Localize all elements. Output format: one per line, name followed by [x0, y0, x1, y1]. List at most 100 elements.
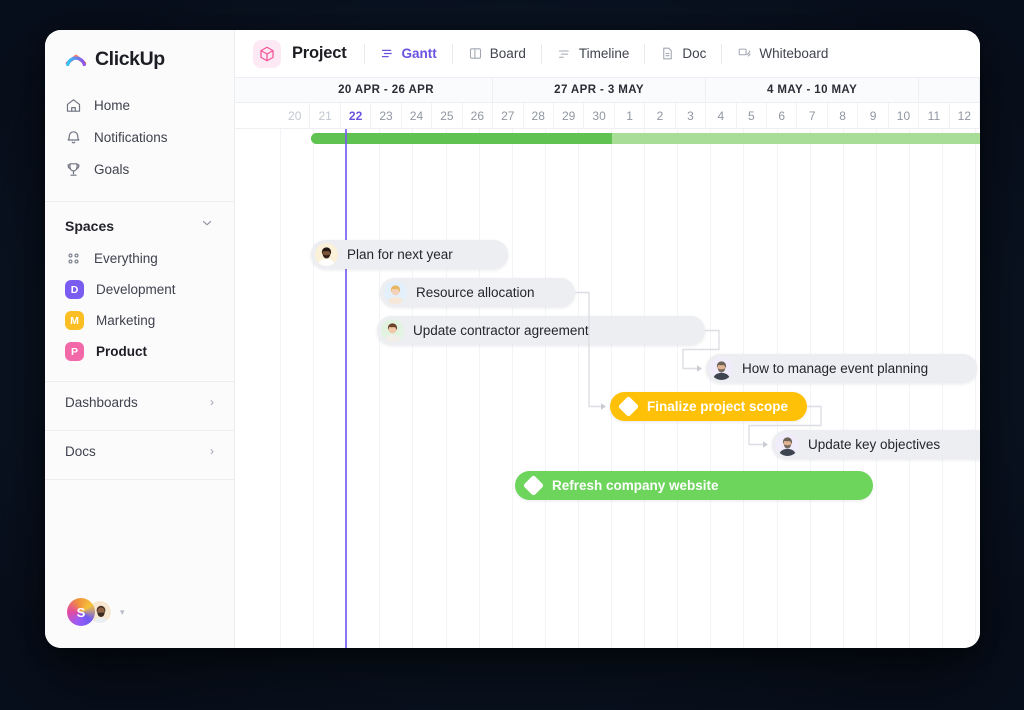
tab-board[interactable]: Board [458, 41, 536, 66]
sidebar-divider-4 [45, 479, 234, 480]
sidebar-item-label: Home [94, 97, 131, 113]
gantt-icon [380, 46, 395, 61]
grid-line [313, 129, 315, 648]
sidebar-item-goals[interactable]: Goals [55, 153, 224, 185]
avatar-workspace[interactable]: S [67, 598, 95, 626]
assignee-avatar[interactable] [776, 433, 799, 456]
assignee-avatar[interactable] [384, 281, 407, 304]
gantt-task-bar[interactable]: Refresh company website [515, 471, 873, 500]
gantt-task-bar[interactable]: Update contractor agreement [377, 316, 705, 345]
grid-line [280, 129, 281, 648]
space-label: Development [96, 282, 176, 297]
page-title: Project [292, 44, 347, 62]
tab-doc[interactable]: Doc [650, 41, 716, 66]
grid-line [942, 129, 943, 648]
day-tick: 2 [645, 103, 676, 128]
grid-line [644, 129, 646, 648]
day-tick: 3 [676, 103, 707, 128]
tab-label: Whiteboard [759, 46, 829, 61]
grid-line [577, 129, 579, 648]
day-tick: 12 [950, 103, 980, 128]
sidebar-item-docs[interactable]: Docs › [45, 431, 234, 471]
tab-gantt[interactable]: Gantt [370, 41, 447, 66]
day-tick: 9 [858, 103, 889, 128]
grid-line [809, 129, 811, 648]
day-tick: 20 [280, 103, 311, 128]
bell-icon [65, 129, 82, 146]
tab-label: Timeline [578, 46, 630, 61]
gantt-week-header: 20 APR - 26 APR 27 APR - 3 MAY 4 MAY - 10 … [235, 78, 980, 103]
task-label: Plan for next year [347, 247, 453, 262]
gantt-task-bar[interactable]: Resource allocation [380, 278, 575, 307]
sidebar-item-notifications[interactable]: Notifications [55, 121, 224, 153]
day-tick: 1 [615, 103, 646, 128]
spaces-header[interactable]: Spaces [45, 202, 234, 243]
grid-line [743, 129, 745, 648]
dependency-arrow-icon [697, 365, 702, 372]
gantt-grid[interactable]: TODAY Plan for next year Resource alloca… [235, 129, 980, 648]
sidebar-item-marketing[interactable]: M Marketing [55, 305, 224, 336]
day-tick: 26 [463, 103, 494, 128]
sidebar-footer: S ▾ [45, 598, 234, 648]
sidebar-item-home[interactable]: Home [55, 89, 224, 121]
task-label: Resource allocation [416, 285, 535, 300]
chevron-down-icon[interactable] [200, 216, 214, 235]
primary-nav: Home Notifications Goals [45, 85, 234, 193]
tab-timeline[interactable]: Timeline [547, 41, 640, 66]
tab-label: Doc [682, 46, 707, 61]
grid-line [445, 129, 447, 648]
trophy-icon [65, 161, 82, 178]
dependency-arrow-icon [763, 441, 768, 448]
toolbar-separator [540, 43, 542, 64]
grid-line [544, 129, 546, 648]
week-label: 20 APR - 26 APR [280, 78, 494, 102]
grid-line [710, 129, 712, 648]
gantt-task-bar[interactable]: Finalize project scope [610, 392, 807, 421]
day-tick: 30 [584, 103, 615, 128]
gantt-task-bar[interactable]: How to manage event planning [706, 354, 977, 383]
day-tick: 4 [706, 103, 737, 128]
day-tick: 23 [371, 103, 402, 128]
sidebar-item-product[interactable]: P Product [55, 336, 224, 367]
assignee-avatar[interactable] [315, 243, 338, 266]
week-label [919, 78, 980, 102]
docs-label: Docs [65, 443, 96, 459]
today-line [345, 129, 347, 648]
day-tick: 25 [432, 103, 463, 128]
milestone-diamond-icon [522, 474, 545, 497]
tab-whiteboard[interactable]: Whiteboard [727, 41, 838, 66]
day-tick: 5 [737, 103, 767, 128]
space-badge-m: M [65, 311, 84, 330]
sidebar-item-everything[interactable]: Everything [55, 243, 224, 274]
sidebar-item-dashboards[interactable]: Dashboards › [45, 382, 234, 422]
grid-line [478, 129, 480, 648]
whiteboard-icon [737, 46, 752, 61]
gantt-chart[interactable]: 20 APR - 26 APR 27 APR - 3 MAY 4 MAY - 10 … [235, 77, 980, 648]
brand-logo[interactable]: ClickUp [45, 30, 234, 85]
toolbar-separator [363, 43, 365, 64]
dependency-line [575, 291, 601, 408]
space-label: Marketing [96, 313, 156, 328]
gantt-task-bar[interactable]: Plan for next year [311, 240, 508, 269]
sidebar-item-label: Notifications [94, 129, 168, 145]
task-label: Update contractor agreement [413, 323, 589, 338]
brand-name: ClickUp [95, 48, 165, 70]
grid-line [908, 129, 910, 648]
day-tick: 27 [493, 103, 524, 128]
day-tick: 24 [402, 103, 433, 128]
space-badge-p: P [65, 342, 84, 361]
user-menu-caret-icon[interactable]: ▾ [120, 607, 125, 618]
day-tick: 21 [310, 103, 341, 128]
gantt-task-bar[interactable]: Update key objectives [772, 430, 980, 459]
grid-line [842, 129, 844, 648]
app-window: ClickUp Home Notifications Goals Spaces … [45, 30, 980, 648]
week-label: 4 MAY - 10 MAY [706, 78, 920, 102]
assignee-avatar[interactable] [710, 357, 733, 380]
day-tick: 11 [919, 103, 950, 128]
home-icon [65, 97, 82, 114]
doc-icon [660, 46, 675, 61]
grid-line [776, 129, 778, 648]
assignee-avatar[interactable] [381, 319, 404, 342]
tab-label: Board [489, 46, 526, 61]
sidebar-item-development[interactable]: D Development [55, 274, 224, 305]
